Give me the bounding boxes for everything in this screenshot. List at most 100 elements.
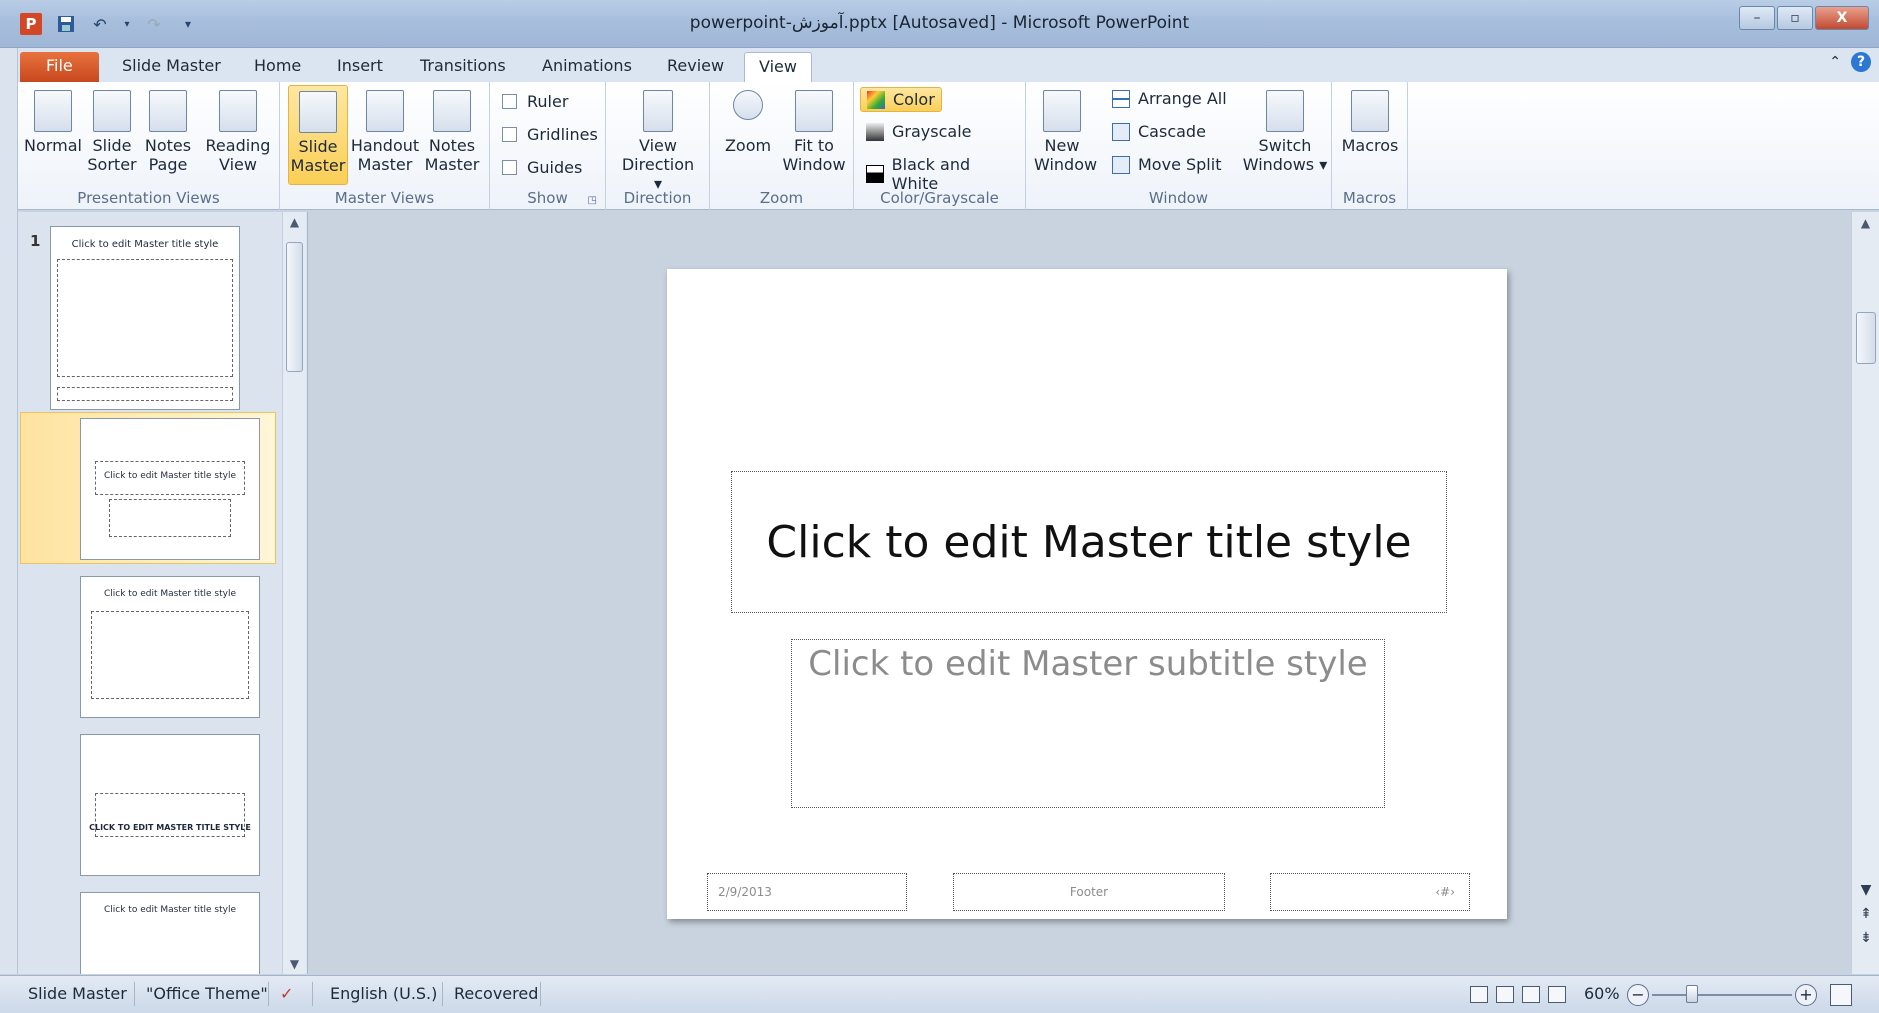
status-recovered: Recovered	[454, 984, 539, 1003]
handout-master-icon	[366, 90, 404, 132]
zoom-button[interactable]: Zoom	[720, 90, 776, 155]
guides-checkbox[interactable]: Guides	[502, 158, 582, 177]
thumbnail-section-header[interactable]: CLICK TO EDIT MASTER TITLE STYLE	[80, 734, 260, 876]
guides-checkbox-box[interactable]	[502, 160, 517, 175]
slide-master-icon	[299, 91, 337, 133]
zoom-level[interactable]: 60%	[1584, 984, 1620, 1003]
group-macros: Macros Macros	[1332, 82, 1408, 210]
cascade-button[interactable]: Cascade	[1106, 120, 1212, 143]
group-presentation-views: Normal Slide Sorter Notes Page Reading V…	[18, 82, 280, 210]
thumbnail-two-content[interactable]: Click to edit Master title style	[80, 892, 260, 974]
group-window: New Window Arrange All Cascade Move Spli…	[1026, 82, 1332, 210]
zoom-slider-track[interactable]	[1652, 994, 1792, 996]
handout-master-button[interactable]: Handout Master	[350, 90, 420, 174]
ribbon: Normal Slide Sorter Notes Page Reading V…	[0, 82, 1879, 210]
tab-animations[interactable]: Animations	[528, 52, 646, 82]
ruler-checkbox-box[interactable]	[502, 94, 517, 109]
thumbnail-5-title: Click to edit Master title style	[104, 905, 236, 915]
tab-view[interactable]: View	[744, 52, 812, 82]
normal-view-status-icon[interactable]	[1470, 986, 1488, 1003]
normal-label: Normal	[24, 136, 82, 155]
spelling-check-icon[interactable]: ✓	[280, 984, 293, 1003]
move-split-button[interactable]: Move Split	[1106, 153, 1227, 176]
notes-master-button[interactable]: Notes Master	[422, 90, 482, 174]
thumbnail-master-footer	[57, 387, 233, 401]
notes-page-label: Notes	[144, 136, 192, 155]
thumbnail-title-content[interactable]: Click to edit Master title style	[80, 576, 260, 718]
minimize-button[interactable]: –	[1739, 6, 1775, 30]
slide-thumbnails-pane[interactable]: 1 Click to edit Master title style Click…	[18, 212, 308, 974]
gridlines-checkbox-box[interactable]	[502, 127, 517, 142]
subtitle-placeholder-text: Click to edit Master subtitle style	[808, 644, 1368, 684]
tab-file[interactable]: File	[20, 52, 99, 82]
new-window-button[interactable]: New Window	[1034, 90, 1097, 174]
footer-placeholder[interactable]: Footer	[953, 873, 1225, 911]
maximize-button[interactable]: ▫	[1777, 6, 1813, 30]
group-label-macros: Macros	[1342, 189, 1397, 207]
tab-home[interactable]: Home	[240, 52, 315, 82]
zoom-slider-thumb[interactable]	[1686, 985, 1698, 1003]
slide-master-slide[interactable]: Click to edit Master title style Click t…	[667, 269, 1507, 919]
close-button[interactable]: X	[1815, 6, 1869, 30]
status-language[interactable]: English (U.S.)	[330, 984, 437, 1003]
move-split-icon	[1112, 155, 1130, 174]
cascade-label: Cascade	[1138, 122, 1206, 141]
help-icon[interactable]: ?	[1851, 52, 1871, 72]
slide-master-button[interactable]: Slide Master	[288, 85, 348, 185]
zoom-out-icon[interactable]: −	[1627, 984, 1649, 1006]
status-separator	[268, 982, 269, 1006]
tab-review[interactable]: Review	[653, 52, 738, 82]
view-direction-button[interactable]: View Direction ▾	[616, 90, 700, 193]
ruler-checkbox[interactable]: Ruler	[502, 92, 568, 111]
minimize-ribbon-icon[interactable]: ⌃	[1829, 54, 1841, 70]
slide-sorter-icon	[93, 90, 131, 132]
date-placeholder[interactable]: 2/9/2013	[707, 873, 907, 911]
thumbnails-scrollbar[interactable]: ▲ ▼	[282, 212, 306, 974]
arrange-all-button[interactable]: Arrange All	[1106, 87, 1233, 110]
reading-view-status-icon[interactable]	[1522, 986, 1540, 1003]
thumbnail-title-layout[interactable]: Click to edit Master title style	[80, 418, 260, 560]
scroll-up-icon[interactable]: ▲	[283, 212, 306, 232]
gridlines-checkbox[interactable]: Gridlines	[502, 125, 598, 144]
scroll-down-arrow-icon[interactable]: ▼	[1852, 882, 1879, 898]
switch-windows-button[interactable]: Switch Windows ▾	[1242, 90, 1328, 174]
fit-to-window-label-2: Window	[782, 155, 846, 174]
fit-to-window-button[interactable]: Fit to Window	[780, 90, 848, 174]
arrange-all-icon	[1112, 89, 1130, 108]
previous-slide-icon[interactable]: ⇞	[1852, 906, 1879, 922]
subtitle-placeholder[interactable]: Click to edit Master subtitle style	[791, 639, 1385, 808]
notes-page-button[interactable]: Notes Page	[142, 90, 194, 174]
scroll-down-icon[interactable]: ▼	[283, 954, 306, 974]
slide-number-placeholder[interactable]: ‹#›	[1270, 873, 1470, 911]
slide-show-status-icon[interactable]	[1548, 986, 1566, 1003]
group-label-presentation-views: Presentation Views	[77, 189, 220, 207]
show-dialog-launcher-icon[interactable]: ◳	[588, 195, 597, 206]
tab-insert[interactable]: Insert	[323, 52, 397, 82]
color-button[interactable]: Color	[860, 87, 942, 112]
tab-transitions[interactable]: Transitions	[406, 52, 520, 82]
thumbnail-2-title-box	[95, 461, 245, 495]
slide-sorter-status-icon[interactable]	[1496, 986, 1514, 1003]
fit-slide-icon[interactable]	[1830, 984, 1852, 1006]
notes-master-label-2: Master	[424, 155, 480, 174]
zoom-in-icon[interactable]: +	[1795, 984, 1817, 1006]
title-placeholder[interactable]: Click to edit Master title style	[731, 471, 1447, 613]
reading-view-button[interactable]: Reading View	[202, 90, 274, 174]
thumbnail-master[interactable]: Click to edit Master title style	[50, 226, 240, 410]
arrange-all-label: Arrange All	[1138, 89, 1227, 108]
group-show: Ruler Gridlines Guides Show ◳	[490, 82, 606, 210]
slide-sorter-label: Slide	[92, 136, 132, 155]
thumbnails-scroll-thumb[interactable]	[286, 242, 303, 372]
macros-button[interactable]: Macros	[1338, 90, 1402, 155]
main-vertical-scrollbar[interactable]: ▲ ▼ ⇞ ⇟	[1851, 212, 1879, 974]
slide-sorter-button[interactable]: Slide Sorter	[86, 90, 138, 174]
grayscale-button[interactable]: Grayscale	[860, 120, 977, 143]
black-and-white-label: Black and White	[891, 155, 971, 193]
main-scroll-thumb[interactable]	[1856, 312, 1876, 364]
next-slide-icon[interactable]: ⇟	[1852, 930, 1879, 946]
main-scroll-up-icon[interactable]: ▲	[1852, 212, 1879, 234]
normal-view-button[interactable]: Normal	[22, 90, 84, 155]
tab-slide-master[interactable]: Slide Master	[108, 52, 235, 82]
gridlines-label: Gridlines	[527, 125, 598, 144]
slide-number-label: 1	[30, 232, 41, 250]
